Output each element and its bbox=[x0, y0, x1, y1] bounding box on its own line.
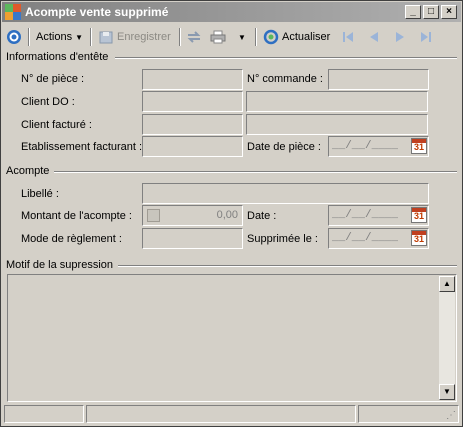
chevron-down-icon: ▼ bbox=[238, 32, 246, 42]
toolbar-separator bbox=[28, 28, 30, 46]
calendar-icon[interactable]: 31 bbox=[411, 207, 427, 223]
amount-label: Montant de l'acompte : bbox=[21, 210, 132, 222]
window-title: Acompte vente supprimé bbox=[25, 5, 169, 19]
maximize-button[interactable]: □ bbox=[423, 5, 439, 19]
minimize-button[interactable]: _ bbox=[405, 5, 421, 19]
refresh-label: Actualiser bbox=[282, 31, 331, 43]
printer-icon bbox=[210, 30, 226, 44]
save-button[interactable]: Enregistrer bbox=[98, 27, 171, 47]
vertical-scrollbar[interactable]: ▲ ▼ bbox=[439, 276, 455, 400]
next-icon bbox=[396, 32, 404, 42]
toolbar-separator bbox=[90, 28, 92, 46]
billing-establishment-field[interactable] bbox=[142, 136, 243, 157]
refresh-button[interactable]: Actualiser bbox=[263, 27, 330, 47]
scroll-up-icon[interactable]: ▲ bbox=[439, 276, 455, 292]
date-label: Date : bbox=[247, 210, 277, 222]
first-icon bbox=[343, 32, 353, 42]
label-field[interactable] bbox=[142, 183, 429, 204]
calculator-icon[interactable] bbox=[147, 209, 160, 222]
amount-value: 0,00 bbox=[216, 209, 238, 221]
main-menu-button[interactable] bbox=[6, 27, 25, 47]
amount-field[interactable]: 0,00 bbox=[142, 205, 243, 226]
chevron-down-icon: ▼ bbox=[75, 32, 83, 42]
save-label: Enregistrer bbox=[117, 31, 171, 43]
section-divider bbox=[118, 265, 457, 267]
first-record-button[interactable] bbox=[340, 27, 359, 47]
actions-label: Actions bbox=[36, 31, 73, 43]
client-do-code-field[interactable] bbox=[142, 91, 243, 112]
print-button[interactable] bbox=[210, 27, 229, 47]
billed-client-code-field[interactable] bbox=[142, 114, 243, 135]
calendar-icon[interactable]: 31 bbox=[411, 138, 427, 154]
payment-mode-field[interactable] bbox=[142, 228, 243, 249]
print-options-button[interactable]: ▼ bbox=[238, 27, 246, 47]
deposit-section-title: Acompte bbox=[6, 165, 50, 177]
order-no-label: N° commande : bbox=[247, 73, 323, 85]
payment-mode-label: Mode de règlement : bbox=[21, 233, 122, 245]
refresh-icon bbox=[263, 29, 279, 45]
status-panel bbox=[86, 405, 356, 423]
last-icon bbox=[421, 32, 431, 42]
sync-icon bbox=[187, 31, 201, 43]
toolbar: Actions ▼ Enregistrer ▼ Actualiser bbox=[2, 25, 461, 49]
piece-date-label: Date de pièce : bbox=[247, 141, 321, 153]
actions-menu-button[interactable]: Actions ▼ bbox=[36, 27, 83, 47]
deposit-window: Acompte vente supprimé _ □ × Actions ▼ E… bbox=[0, 0, 463, 427]
app-logo-icon bbox=[5, 4, 21, 20]
section-divider bbox=[115, 57, 457, 59]
sync-button[interactable] bbox=[186, 27, 205, 47]
previous-icon bbox=[370, 32, 378, 42]
calendar-icon[interactable]: 31 bbox=[411, 230, 427, 246]
target-icon bbox=[7, 30, 21, 44]
deletion-reason-textarea[interactable]: ▲ ▼ bbox=[7, 274, 457, 402]
resize-grip-icon[interactable]: ⋰ bbox=[446, 410, 458, 422]
next-record-button[interactable] bbox=[392, 27, 411, 47]
deleted-on-label: Supprimée le : bbox=[247, 233, 318, 245]
header-section-title: Informations d'entête bbox=[6, 51, 109, 63]
reason-section-title: Motif de la supression bbox=[6, 259, 113, 271]
title-bar: Acompte vente supprimé _ □ × bbox=[2, 2, 461, 22]
previous-record-button[interactable] bbox=[366, 27, 385, 47]
save-icon bbox=[99, 31, 113, 44]
piece-no-label: N° de pièce : bbox=[21, 73, 85, 85]
status-panel bbox=[358, 405, 459, 423]
status-panel bbox=[4, 405, 84, 423]
label-label: Libellé : bbox=[21, 188, 59, 200]
section-divider bbox=[54, 171, 457, 173]
billed-client-name-field[interactable] bbox=[246, 114, 428, 135]
toolbar-separator bbox=[179, 28, 181, 46]
status-bar: ⋰ bbox=[4, 405, 459, 423]
last-record-button[interactable] bbox=[418, 27, 437, 47]
order-no-field[interactable] bbox=[328, 69, 429, 90]
billed-client-label: Client facturé : bbox=[21, 119, 92, 131]
billing-establishment-label: Etablissement facturant : bbox=[21, 141, 143, 153]
client-do-name-field[interactable] bbox=[246, 91, 428, 112]
close-button[interactable]: × bbox=[441, 5, 457, 19]
scroll-down-icon[interactable]: ▼ bbox=[439, 384, 455, 400]
piece-no-field[interactable] bbox=[142, 69, 243, 90]
toolbar-separator bbox=[255, 28, 257, 46]
client-do-label: Client DO : bbox=[21, 96, 75, 108]
